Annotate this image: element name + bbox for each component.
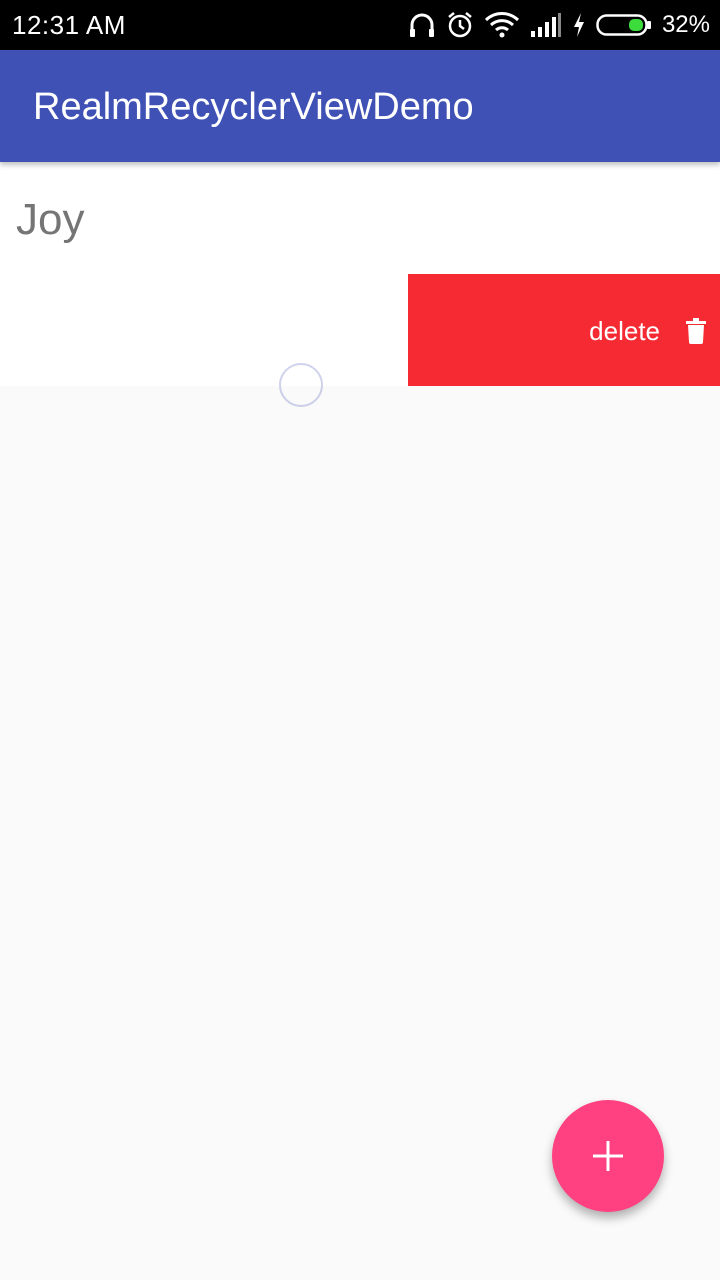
battery-icon — [596, 13, 652, 37]
wifi-icon — [484, 11, 520, 39]
charging-icon — [572, 12, 586, 38]
signal-icon — [530, 12, 562, 38]
status-bar: 12:31 AM 32% — [0, 0, 720, 50]
alarm-icon — [446, 11, 474, 39]
add-fab-button[interactable] — [552, 1100, 664, 1212]
status-time: 12:31 AM — [12, 10, 126, 40]
app-bar: RealmRecyclerViewDemo — [0, 50, 720, 162]
app-title: RealmRecyclerViewDemo — [33, 86, 474, 128]
touch-ripple — [279, 363, 323, 407]
trash-icon[interactable] — [686, 318, 706, 349]
recycler-list[interactable]: Joy delete — [0, 162, 720, 386]
list-item-name: Joy — [16, 195, 85, 244]
list-item[interactable]: Joy — [0, 162, 720, 274]
headphones-icon — [408, 11, 436, 39]
screen: 12:31 AM 32% RealmRecyclerViewDemo Joy d… — [0, 0, 720, 1280]
status-icons: 32% — [408, 9, 710, 41]
delete-label: delete — [589, 316, 660, 346]
battery-percent: 32% — [661, 11, 710, 38]
swiped-list-item[interactable]: delete — [0, 274, 720, 386]
delete-action[interactable]: delete — [408, 274, 720, 386]
